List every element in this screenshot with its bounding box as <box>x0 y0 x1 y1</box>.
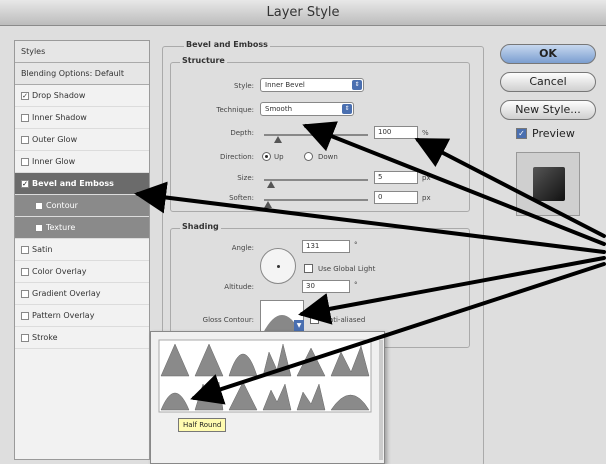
annotation-arrow <box>414 138 606 238</box>
annotation-arrow <box>134 181 606 254</box>
annotation-arrow <box>298 256 606 325</box>
annotation-arrow <box>302 121 606 246</box>
annotation-arrows-overlay <box>134 121 606 405</box>
annotation-arrow <box>190 262 606 405</box>
